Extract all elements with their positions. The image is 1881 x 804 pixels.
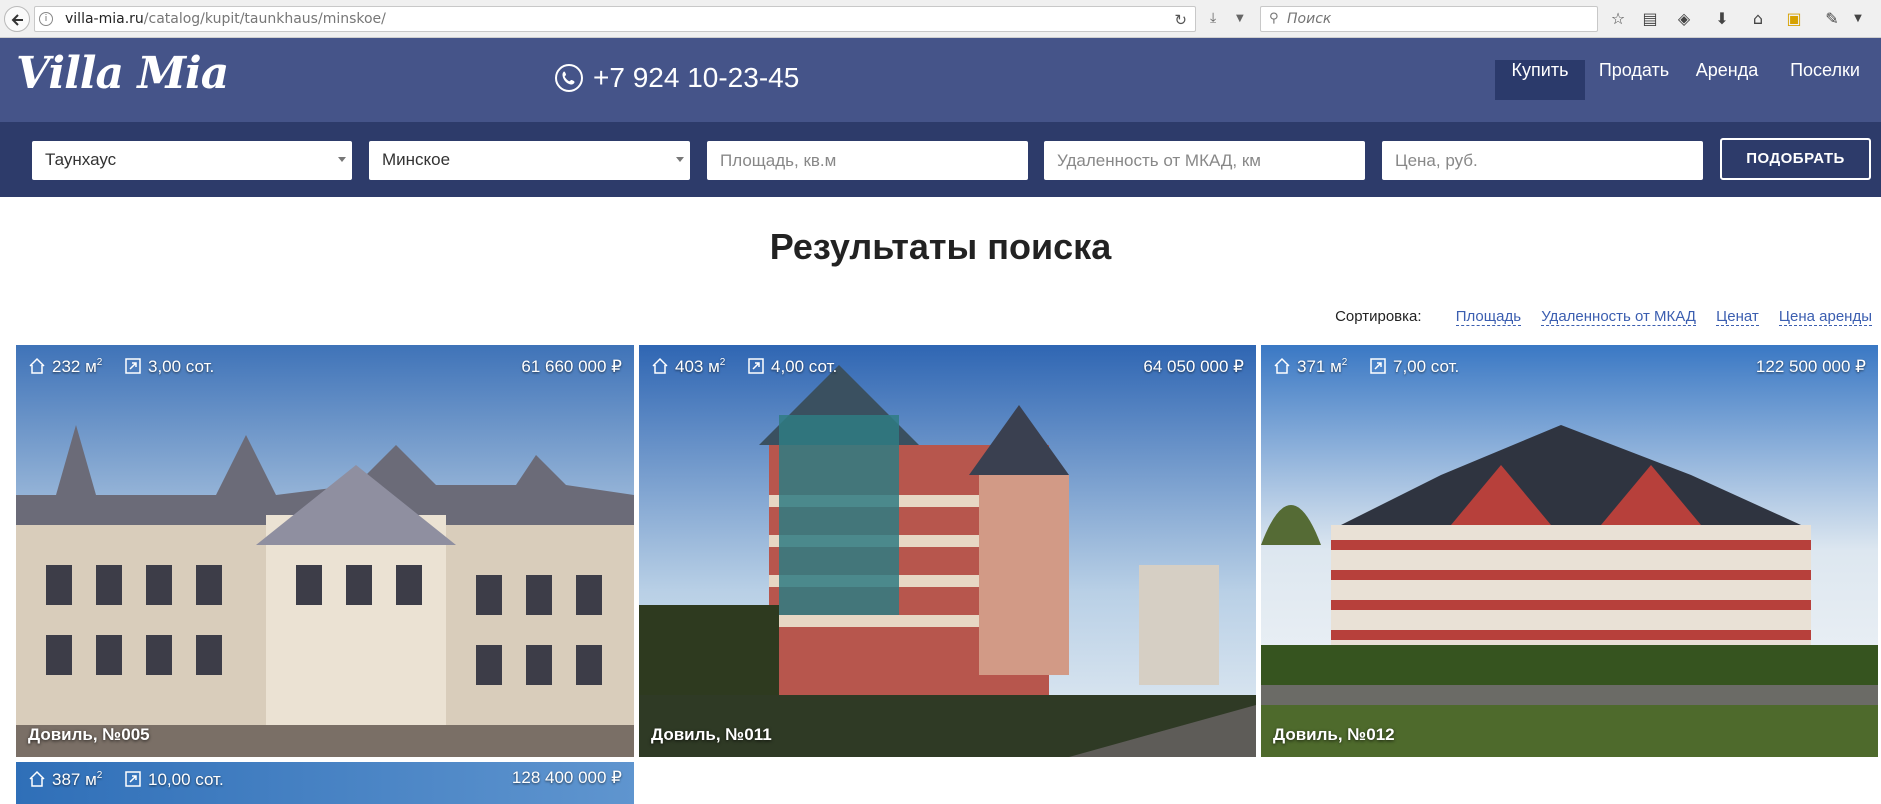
bookmark-star-icon[interactable]: ☆	[1608, 9, 1628, 29]
page-title: Результаты поиска	[769, 226, 1112, 267]
listing-area-value: 387 м	[52, 770, 97, 789]
tools-icon[interactable]: ✎	[1822, 9, 1842, 29]
listing-price: 128 400 000 ₽	[511, 768, 622, 787]
sort-by-distance-link[interactable]: Удаленность от МКАД	[1541, 308, 1696, 326]
browser-toolbar: i villa-mia.ru/catalog/kupit/taunkhaus/m…	[0, 0, 1881, 38]
listing-area: 232 м2	[28, 357, 102, 377]
url-host: villa-mia.ru	[65, 11, 144, 27]
plot-resize-icon	[125, 358, 141, 374]
logo[interactable]: Villa Mia	[16, 48, 229, 99]
chevron-down-icon: ▼	[1236, 13, 1244, 24]
house-icon	[29, 770, 45, 787]
listing-plot-value: 10,00 сот.	[148, 770, 224, 789]
listing-card[interactable]: 387 м2 10,00 сот. 128 400 000 ₽	[16, 762, 634, 804]
property-type-select[interactable]: Таунхаус	[32, 141, 352, 180]
browser-search[interactable]: ⚲	[1260, 6, 1598, 32]
listing-photo	[16, 345, 634, 757]
listing-meta: 387 м2 10,00 сот. 128 400 000 ₽	[16, 762, 634, 802]
listing-plot-value: 7,00 сот.	[1393, 357, 1460, 376]
distance-input[interactable]	[1057, 150, 1347, 172]
sort-bar: Сортировка: Площадь Удаленность от МКАД …	[1335, 308, 1872, 326]
listing-photo	[1261, 345, 1878, 757]
sort-by-rent-link[interactable]: Цена аренды	[1778, 308, 1872, 326]
listing-plot: 7,00 сот.	[1369, 357, 1459, 377]
listing-area-value: 371 м	[1297, 357, 1342, 376]
nav-item-buy[interactable]: Купить	[1495, 60, 1585, 100]
site-header: Villa Mia +7 924 10-23-45 Купить Продать…	[0, 38, 1881, 122]
nav-item-rent[interactable]: Аренда	[1681, 60, 1773, 100]
listing-photo	[639, 345, 1256, 757]
listing-name[interactable]: Довиль, №012	[1273, 725, 1395, 745]
listing-area: 403 м2	[651, 357, 725, 377]
downloads-button[interactable]: ⤓ ▼	[1204, 7, 1256, 31]
area-unit-sup: 2	[719, 357, 726, 368]
search-icon: ⚲	[1269, 11, 1279, 26]
house-icon	[29, 357, 45, 374]
download-arrow-icon[interactable]: ⬇	[1712, 9, 1732, 29]
listing-plot: 10,00 сот.	[124, 770, 224, 790]
pocket-icon[interactable]: ◈	[1674, 9, 1694, 29]
home-icon[interactable]: ⌂	[1748, 9, 1768, 29]
menu-chevron-icon[interactable]: ▼	[1848, 9, 1868, 29]
listing-plot: 3,00 сот.	[124, 357, 214, 377]
sort-label: Сортировка:	[1335, 308, 1422, 325]
submit-search-button[interactable]: ПОДОБРАТЬ	[1720, 138, 1871, 180]
listing-meta: 371 м2 7,00 сот. 122 500 000 ₽	[1261, 345, 1878, 385]
info-icon[interactable]: i	[39, 12, 53, 26]
plot-resize-icon	[748, 358, 764, 374]
back-button[interactable]	[4, 6, 30, 32]
nav-item-sell[interactable]: Продать	[1587, 60, 1681, 100]
phone-icon	[555, 64, 583, 92]
listing-price: 64 050 000 ₽	[1143, 357, 1244, 376]
nav-item-villages[interactable]: Поселки	[1773, 60, 1877, 100]
listing-price: 61 660 000 ₽	[521, 357, 622, 376]
area-unit-sup: 2	[96, 357, 103, 368]
listing-area: 371 м2	[1273, 357, 1347, 377]
listing-plot: 4,00 сот.	[747, 357, 837, 377]
library-icon[interactable]: ▤	[1640, 9, 1660, 29]
price-field[interactable]	[1382, 141, 1703, 180]
listing-plot-value: 4,00 сот.	[771, 357, 838, 376]
area-input[interactable]	[720, 150, 1010, 172]
chevron-down-icon	[676, 157, 684, 162]
listing-card[interactable]: 371 м2 7,00 сот. 122 500 000 ₽ Довиль, №…	[1261, 345, 1878, 757]
price-input[interactable]	[1395, 150, 1685, 172]
listing-card[interactable]: 403 м2 4,00 сот. 64 050 000 ₽ Довиль, №0…	[639, 345, 1256, 757]
listing-price: 122 500 000 ₽	[1755, 357, 1866, 376]
plot-resize-icon	[125, 771, 141, 787]
area-field[interactable]	[707, 141, 1028, 180]
listing-plot-value: 3,00 сот.	[148, 357, 215, 376]
browser-search-input[interactable]	[1287, 10, 1587, 28]
direction-select[interactable]: Минское	[369, 141, 690, 180]
area-unit-sup: 2	[1341, 357, 1348, 368]
listing-area-value: 232 м	[52, 357, 97, 376]
area-unit-sup: 2	[96, 770, 103, 781]
phone-number[interactable]: +7 924 10-23-45	[593, 62, 799, 94]
sort-by-area-link[interactable]: Площадь	[1455, 308, 1522, 326]
house-icon	[652, 357, 668, 374]
property-type-value: Таунхаус	[45, 150, 117, 169]
listing-area-value: 403 м	[675, 357, 720, 376]
arrow-left-icon	[11, 14, 23, 26]
download-icon: ⤓	[1210, 10, 1217, 26]
house-icon	[1274, 357, 1290, 374]
address-bar[interactable]: i villa-mia.ru/catalog/kupit/taunkhaus/m…	[34, 6, 1196, 32]
distance-field[interactable]	[1044, 141, 1365, 180]
listing-meta: 232 м2 3,00 сот. 61 660 000 ₽	[16, 345, 634, 385]
chevron-down-icon	[338, 157, 346, 162]
url-text[interactable]: villa-mia.ru/catalog/kupit/taunkhaus/min…	[65, 11, 386, 27]
sort-by-price-link[interactable]: Ценат	[1716, 308, 1759, 326]
url-path: /catalog/kupit/taunkhaus/minskoe/	[143, 11, 386, 27]
listing-meta: 403 м2 4,00 сот. 64 050 000 ₽	[639, 345, 1256, 385]
direction-value: Минское	[382, 150, 451, 169]
listing-card[interactable]: 232 м2 3,00 сот. 61 660 000 ₽ Довиль, №0…	[16, 345, 634, 757]
search-filter-bar: Таунхаус Минское ПОДОБРАТЬ	[0, 122, 1881, 197]
listing-name[interactable]: Довиль, №011	[651, 725, 772, 745]
reload-icon[interactable]: ↻	[1174, 11, 1187, 29]
extension-icon[interactable]: ▣	[1784, 9, 1804, 29]
listing-name[interactable]: Довиль, №005	[28, 725, 150, 745]
listing-area: 387 м2	[28, 770, 102, 790]
plot-resize-icon	[1370, 358, 1386, 374]
